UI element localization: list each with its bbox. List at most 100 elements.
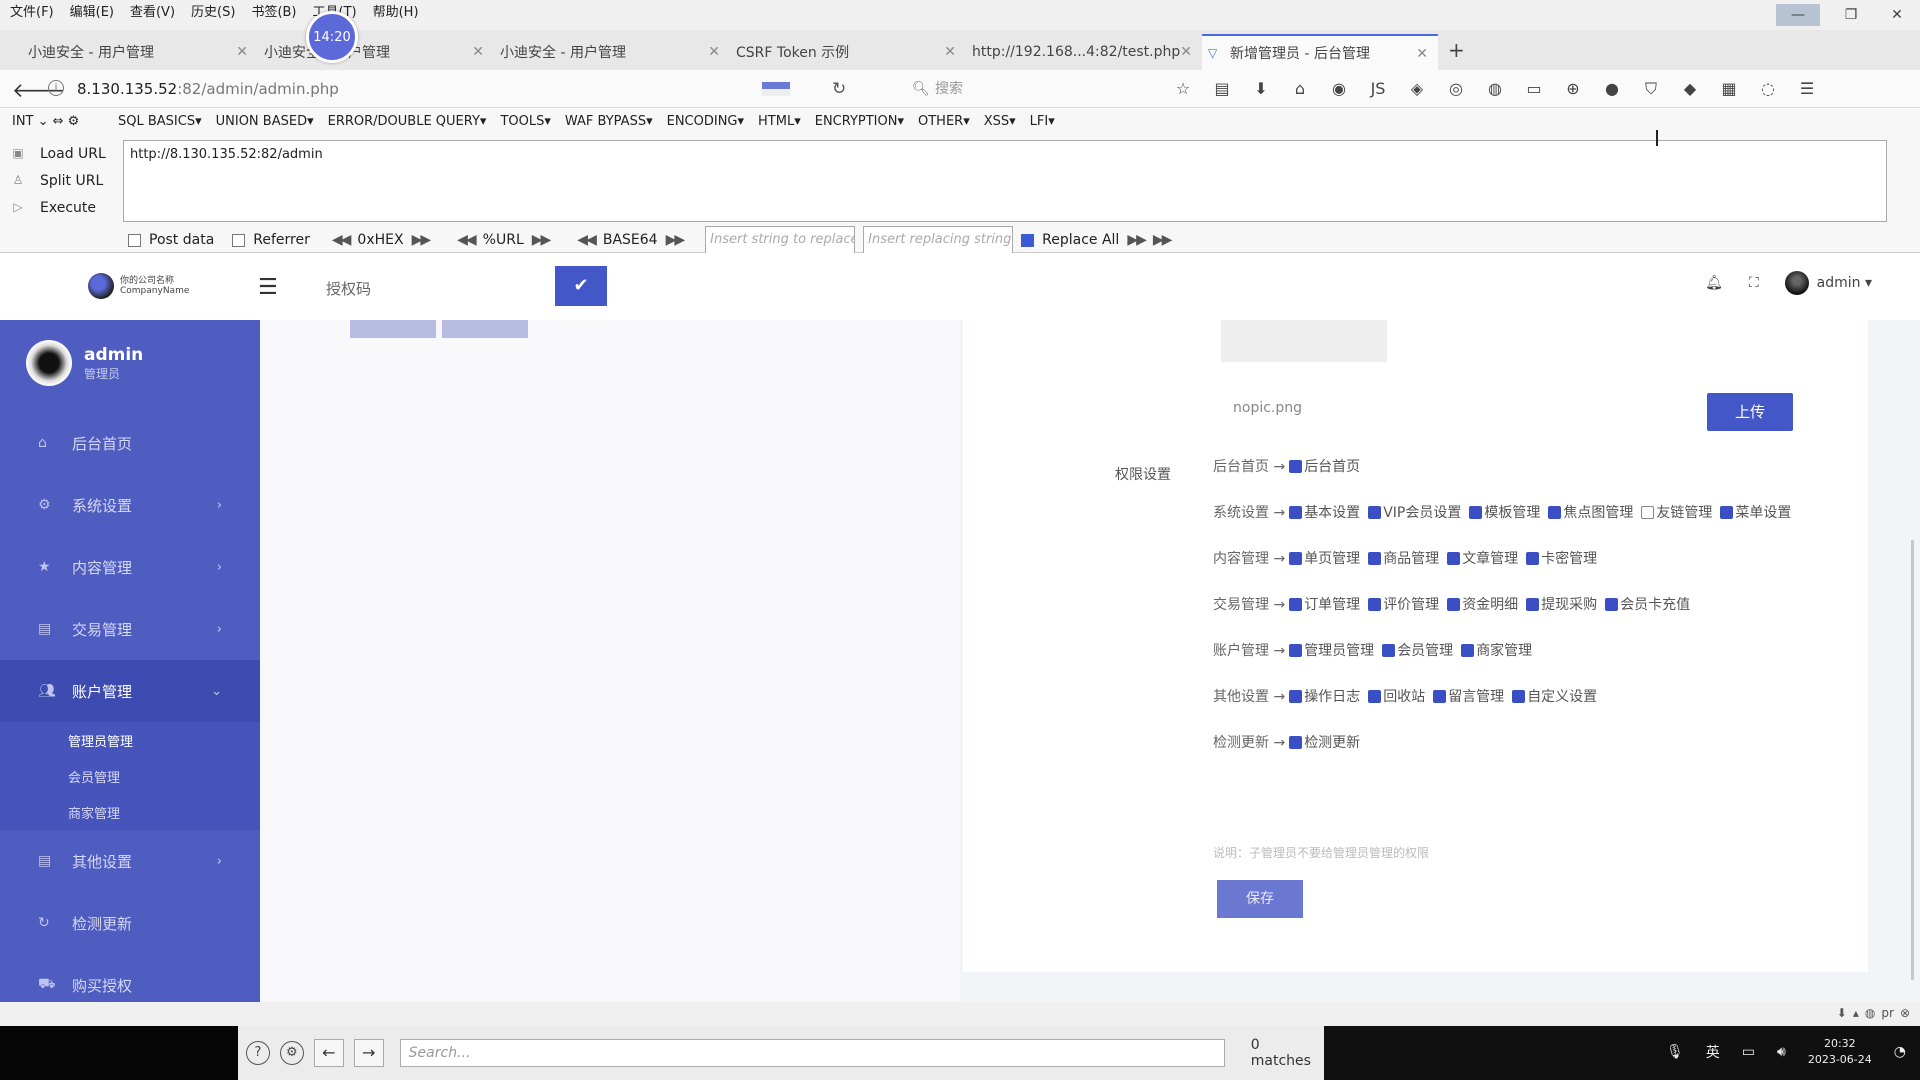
post-data-checkbox[interactable] [128,233,141,247]
hackbar-menu-item[interactable]: XSS▾ [984,114,1016,129]
replace-forward-arrow-icon[interactable]: ▶▶ [1127,232,1146,248]
info-icon[interactable]: i [48,80,64,96]
sidebar-subitem[interactable]: 会员管理 [0,758,260,794]
menu-item[interactable]: 历史(S) [191,1,235,20]
upload-button[interactable]: 上传 [1707,393,1793,431]
load-url-button[interactable]: ▣ Load URL [10,140,105,167]
find-input[interactable]: Search... [399,1039,1225,1067]
permission-checkbox[interactable]: VIP会员设置 [1368,502,1461,522]
download-icon[interactable]: ⬇ [1250,78,1272,100]
menu-item[interactable]: 书签(B) [251,1,296,20]
permission-checkbox[interactable]: 评价管理 [1368,594,1439,614]
url-encode-arrow-icon[interactable]: ▶▶ [532,232,551,248]
base64-encode-arrow-icon[interactable]: ▶▶ [666,232,685,248]
permission-checkbox[interactable]: 会员卡充值 [1605,594,1690,614]
page-scrollbar[interactable] [1911,540,1914,980]
close-icon[interactable]: ✕ [708,44,720,60]
menu-item[interactable]: 文件(F) [10,1,54,20]
browser-tab[interactable]: CSRF Token 示例 ✕ [730,34,966,70]
permission-checkbox[interactable]: 操作日志 [1289,686,1360,706]
permission-checkbox[interactable]: 会员管理 [1382,640,1453,660]
permission-checkbox[interactable]: 菜单设置 [1720,502,1791,522]
bookmark-star-icon[interactable]: ☆ [1172,78,1194,100]
addon-icon[interactable]: ◌ [1757,78,1779,100]
company-logo[interactable]: 你的公司名称 CompanyName [88,273,189,299]
menu-item[interactable]: 编辑(E) [70,1,114,20]
execute-button[interactable]: ▷ Execute [10,194,106,221]
permission-checkbox[interactable]: 管理员管理 [1289,640,1374,660]
permission-checkbox[interactable]: 订单管理 [1289,594,1360,614]
hamburger-menu-icon[interactable]: ☰ [258,275,278,300]
zoom-icon[interactable]: ⊕ [1562,78,1584,100]
replace-back-arrow-icon[interactable]: ▶▶ [1153,232,1172,248]
hackbar-menu-item[interactable]: UNION BASED▾ [216,114,314,129]
user-menu[interactable]: admin ▾ [1784,271,1872,295]
hackbar-menu-item[interactable]: ENCODING▾ [667,114,744,129]
permission-checkbox[interactable]: 友链管理 [1641,502,1712,522]
permission-checkbox[interactable]: 模板管理 [1469,502,1540,522]
hackbar-menu-item[interactable]: ERROR/DOUBLE QUERY▾ [328,114,487,129]
sidebar-item[interactable]: ▤ 交易管理 › [0,598,260,660]
flag-icon[interactable] [762,82,790,96]
hex-encode-arrow-icon[interactable]: ▶▶ [412,232,431,248]
hackbar-menu-item[interactable]: SQL BASICS▾ [118,114,202,129]
hackbar-url-textarea[interactable]: http://8.130.135.52:82/admin [123,140,1887,222]
proxy-icon[interactable]: ◎ [1445,78,1467,100]
replace-string-input[interactable]: Insert string to replace [705,226,856,254]
reader-icon[interactable]: ▤ [1211,78,1233,100]
permission-checkbox[interactable]: 留言管理 [1433,686,1504,706]
extension-icon[interactable]: ◈ [1406,78,1428,100]
permission-checkbox[interactable]: 后台首页 [1289,456,1360,476]
close-icon[interactable]: ✕ [1180,44,1192,60]
help-icon[interactable]: ? [246,1041,270,1065]
permission-checkbox[interactable]: 焦点图管理 [1548,502,1633,522]
sidebar-subitem[interactable]: 管理员管理 [0,722,260,758]
reload-icon[interactable]: ↻ [832,79,846,99]
sidebar-item[interactable]: ⚙ 系统设置 › [0,474,260,536]
close-icon[interactable]: ✕ [472,44,484,60]
permission-checkbox[interactable]: 资金明细 [1447,594,1518,614]
permission-checkbox[interactable]: 提现采购 [1526,594,1597,614]
cube-icon[interactable]: ◆ [1679,78,1701,100]
notification-icon[interactable]: ◔ [1894,1044,1906,1060]
volume-icon[interactable]: 🔊︎ [1777,1044,1786,1060]
replace-all-checkbox[interactable] [1021,233,1035,247]
close-icon[interactable]: ✕ [236,44,248,60]
base64-decode-arrow-icon[interactable]: ◀◀ [577,232,596,248]
referrer-checkbox[interactable] [232,233,246,247]
download-status-icon[interactable]: ⬇ [1837,1006,1847,1020]
js-icon[interactable]: JS [1367,78,1389,100]
browser-tab[interactable]: 小迪安全 - 用户管理 ✕ [494,34,730,70]
permission-checkbox[interactable]: 卡密管理 [1526,548,1597,568]
permission-checkbox[interactable]: 基本设置 [1289,502,1360,522]
device-icon[interactable]: ▭ [1523,78,1545,100]
hex-decode-arrow-icon[interactable]: ◀◀ [332,232,351,248]
globe-icon[interactable]: ◉ [1328,78,1350,100]
sidebar-item[interactable]: ⌂ 后台首页 [0,412,260,474]
profile-icon[interactable]: ● [1601,78,1623,100]
search-input[interactable]: 🔍︎ 搜索 [907,77,1162,101]
find-previous-button[interactable]: ← [313,1039,344,1067]
menu-icon[interactable]: ☰ [1796,78,1818,100]
permission-checkbox[interactable]: 回收站 [1368,686,1425,706]
minimize-button[interactable]: — [1776,4,1820,26]
sidebar-item[interactable]: ↻ 检测更新 [0,892,260,954]
microphone-icon[interactable]: 🎙︎ [1666,1044,1684,1060]
browser-tab[interactable]: ▽ 新增管理员 - 后台管理 ✕ [1202,34,1438,70]
sidebar-item[interactable]: ★ 内容管理 › [0,536,260,598]
browser-tab[interactable]: 小迪安全 - 用户管理 ✕ [22,34,258,70]
shield-icon[interactable]: ⛉ [1640,78,1662,100]
clock[interactable]: 20:32 2023-06-24 [1808,1036,1872,1068]
fullscreen-icon[interactable]: ⛶ [1749,275,1759,291]
permission-checkbox[interactable]: 商品管理 [1368,548,1439,568]
auth-code-input[interactable]: 授权码 [326,278,371,299]
hackbar-menu-item[interactable]: WAF BYPASS▾ [565,114,653,129]
home-icon[interactable]: ⌂ [1289,78,1311,100]
permission-checkbox[interactable]: 单页管理 [1289,548,1360,568]
browser-tab[interactable]: http://192.168...4:82/test.php ✕ [966,34,1202,70]
permission-checkbox[interactable]: 检测更新 [1289,732,1360,752]
replacing-string-input[interactable]: Insert replacing string [863,226,1014,254]
hackbar-menu-item[interactable]: ENCRYPTION▾ [815,114,904,129]
menu-item[interactable]: 查看(V) [130,1,175,20]
input-language[interactable]: 英 [1706,1042,1720,1062]
